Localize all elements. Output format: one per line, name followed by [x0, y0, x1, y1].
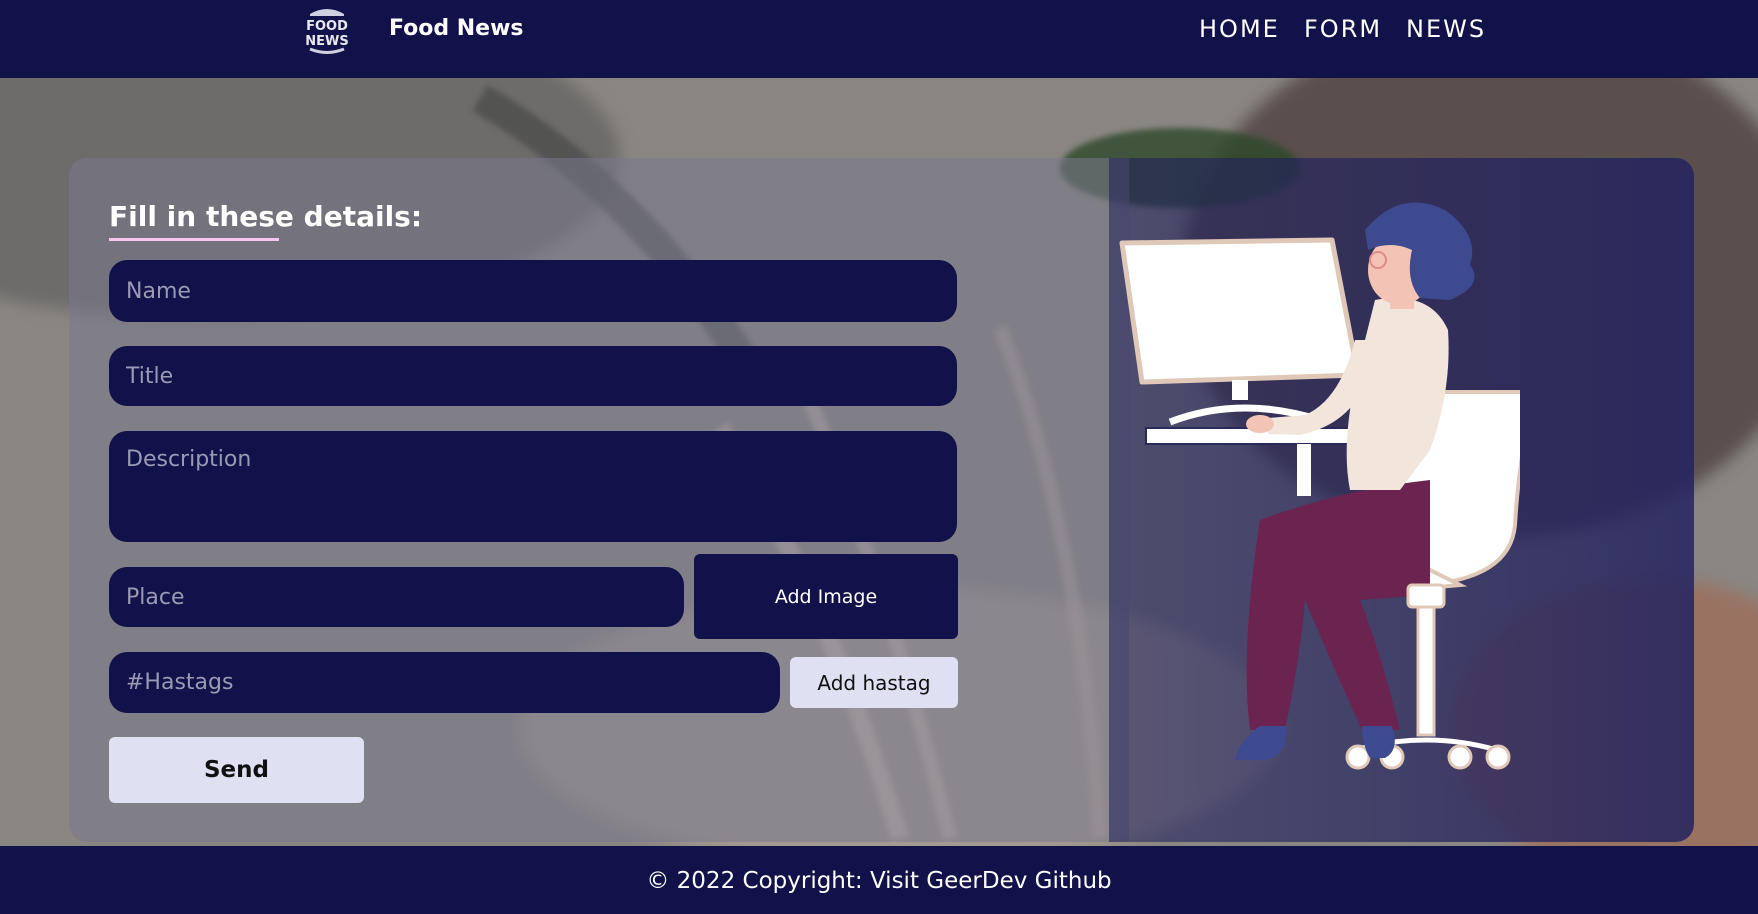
- svg-text:FOOD: FOOD: [306, 19, 348, 34]
- food-news-logo[interactable]: FOOD NEWS: [306, 4, 348, 54]
- add-hashtag-button[interactable]: Add hastag: [790, 657, 958, 708]
- nav-home[interactable]: HOME: [1199, 14, 1280, 44]
- nav-form[interactable]: FORM: [1304, 14, 1382, 44]
- title-input[interactable]: [109, 346, 957, 406]
- footer-copyright-link[interactable]: © 2022 Copyright: Visit GeerDev Github: [0, 866, 1758, 896]
- place-input[interactable]: [109, 567, 684, 627]
- footer: © 2022 Copyright: Visit GeerDev Github: [0, 846, 1758, 914]
- nav-news[interactable]: NEWS: [1406, 14, 1486, 44]
- name-input[interactable]: [109, 260, 957, 322]
- description-textarea[interactable]: [109, 431, 957, 542]
- form-heading: Fill in these details:: [109, 200, 423, 233]
- send-button[interactable]: Send: [109, 737, 364, 803]
- navbar: FOOD NEWS Food News HOME FORM NEWS: [0, 0, 1758, 78]
- add-image-button[interactable]: Add Image: [694, 554, 958, 639]
- svg-text:NEWS: NEWS: [306, 34, 348, 49]
- hashtags-input[interactable]: [109, 652, 780, 713]
- woman-at-computer-illustration: [1119, 202, 1520, 770]
- brand-name[interactable]: Food News: [389, 14, 524, 44]
- heading-underline: [109, 238, 279, 241]
